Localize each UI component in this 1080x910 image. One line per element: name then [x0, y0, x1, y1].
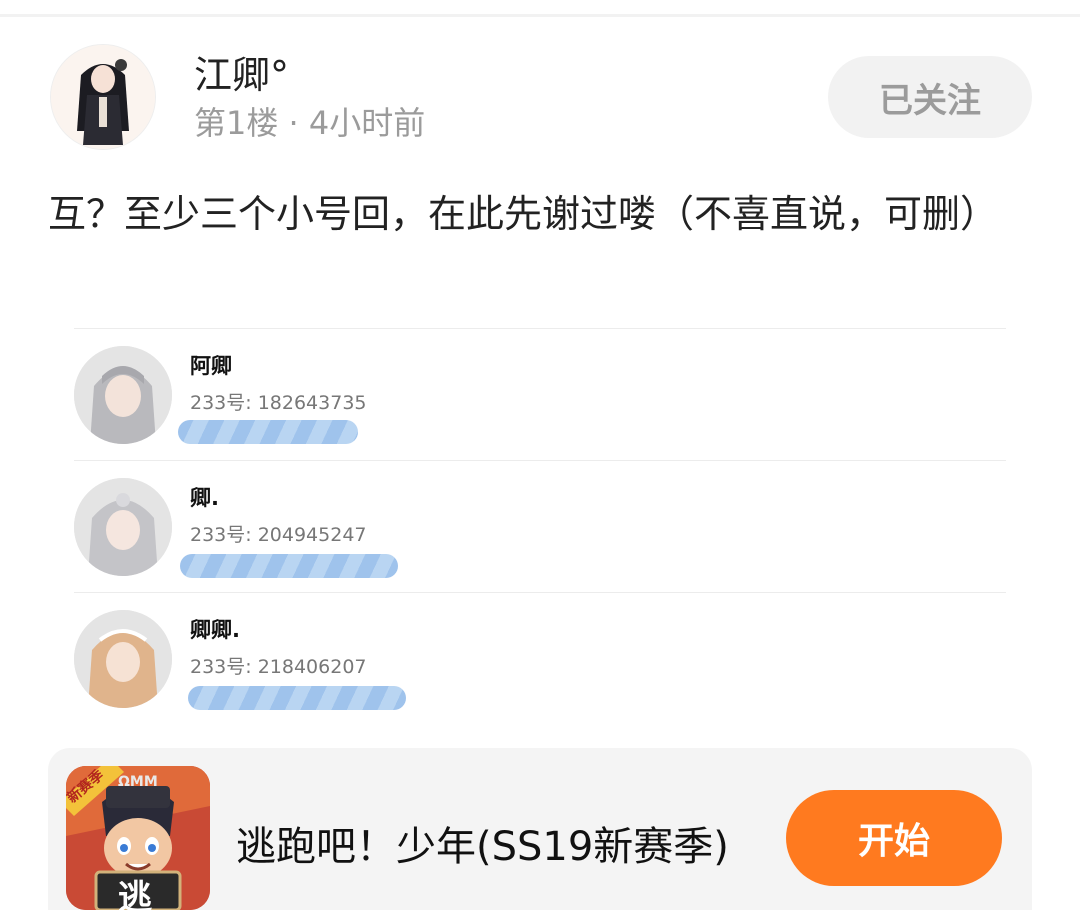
follow-button[interactable]: 已关注	[828, 56, 1032, 138]
friend-name: 卿卿.	[190, 618, 240, 642]
avatar-illustration	[51, 45, 155, 149]
top-divider	[0, 14, 1080, 17]
list-divider	[74, 328, 1006, 329]
game-title[interactable]: 逃跑吧！少年(SS19新赛季)	[236, 814, 729, 872]
friend-avatar	[74, 610, 172, 708]
post-image[interactable]: 阿卿 233号: 182643735 卿. 233号: 204945247 卿卿…	[74, 328, 1006, 728]
list-divider	[74, 460, 1006, 461]
post-meta: 第1楼 · 4小时前	[194, 104, 426, 142]
start-button[interactable]: 开始	[786, 790, 1002, 886]
friend-avatar	[74, 346, 172, 444]
user-avatar[interactable]	[50, 44, 156, 150]
redaction-scribble	[180, 554, 398, 578]
post-content: 互？至少三个小号回，在此先谢过喽（不喜直说，可删）	[48, 192, 999, 236]
redaction-scribble	[178, 420, 358, 444]
friend-id: 233号: 182643735	[190, 392, 367, 414]
game-ad-card[interactable]: 新赛季 ΩMM 逃 逃跑吧！少年(SS19新赛季) 开始	[48, 748, 1032, 910]
friend-id: 233号: 218406207	[190, 656, 367, 678]
game-app-icon[interactable]: 新赛季 ΩMM 逃	[66, 766, 210, 910]
friend-name: 阿卿	[190, 354, 232, 378]
escape-sign: 逃	[118, 878, 152, 910]
friend-avatar	[74, 478, 172, 576]
username[interactable]: 江卿°	[194, 44, 289, 99]
friend-id: 233号: 204945247	[190, 524, 367, 546]
cap-logo: ΩMM	[118, 774, 158, 790]
list-divider	[74, 592, 1006, 593]
friend-name: 卿.	[190, 486, 219, 510]
redaction-scribble	[188, 686, 406, 710]
